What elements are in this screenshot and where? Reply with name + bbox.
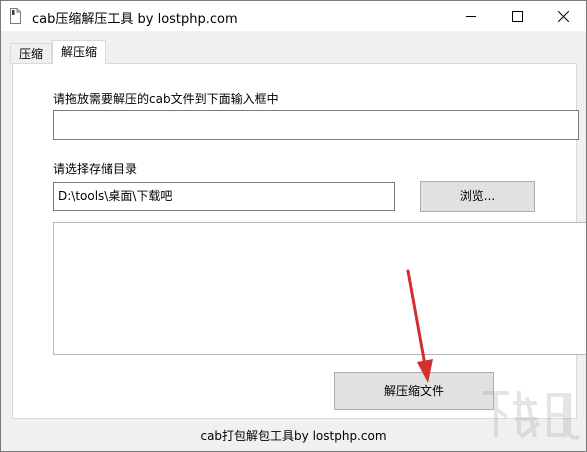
tab-compress[interactable]: 压缩 (10, 43, 52, 64)
drag-drop-label: 请拖放需要解压的cab文件到下面输入框中 (53, 92, 279, 106)
close-icon (558, 11, 569, 22)
minimize-button[interactable] (448, 1, 494, 31)
output-dir-input[interactable]: D:\tools\桌面\下载吧 (53, 182, 395, 211)
maximize-button[interactable] (494, 1, 540, 31)
app-icon (10, 8, 21, 24)
browse-button[interactable]: 浏览... (420, 181, 535, 212)
tab-extract[interactable]: 解压缩 (52, 40, 106, 64)
cab-file-input[interactable] (53, 110, 579, 140)
extract-panel: 请拖放需要解压的cab文件到下面输入框中 请选择存储目录 D:\tools\桌面… (12, 63, 586, 419)
app-window: cab压缩解压工具 by lostphp.com 压缩 解压缩 请拖放需要解压的… (0, 0, 587, 452)
maximize-icon (512, 11, 523, 22)
watermark-logo (483, 391, 580, 440)
extract-files-button[interactable]: 解压缩文件 (334, 372, 494, 410)
window-title: cab压缩解压工具 by lostphp.com (32, 12, 238, 27)
output-log-area[interactable] (53, 222, 586, 355)
title-bar[interactable]: cab压缩解压工具 by lostphp.com (1, 1, 586, 31)
minimize-icon (466, 16, 476, 17)
close-button[interactable] (540, 1, 586, 31)
output-dir-label: 请选择存储目录 (53, 162, 138, 176)
